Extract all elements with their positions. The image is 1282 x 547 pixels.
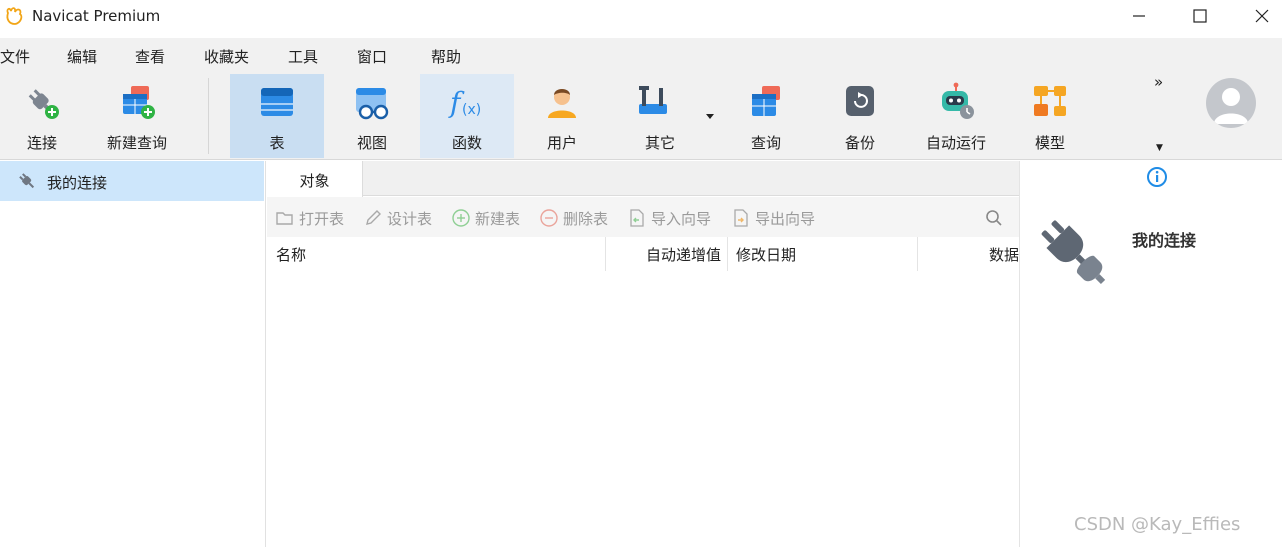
close-icon — [1255, 9, 1269, 23]
backup-button[interactable]: 备份 — [814, 74, 906, 158]
toolbar-customize-caret[interactable]: ▼ — [1156, 143, 1163, 153]
connection-plug-icon — [1041, 220, 1106, 285]
function-button[interactable]: f (x) 函数 — [420, 74, 514, 158]
function-label: 函数 — [451, 134, 482, 152]
column-divider[interactable] — [605, 237, 606, 271]
query-icon — [752, 86, 780, 116]
minimize-button[interactable] — [1116, 2, 1162, 30]
svg-text:(x): (x) — [462, 102, 481, 118]
view-label: 视图 — [356, 134, 387, 152]
tree-item-label: 我的连接 — [47, 174, 108, 192]
user-icon — [548, 89, 576, 118]
new-query-icon — [123, 86, 155, 119]
view-button[interactable]: 视图 — [326, 74, 418, 158]
model-icon — [1034, 86, 1066, 116]
automation-label: 自动运行 — [925, 134, 986, 152]
plug-add-icon — [28, 89, 59, 119]
export-wizard-label: 导出向导 — [755, 210, 816, 228]
query-label: 查询 — [750, 134, 781, 152]
close-button[interactable] — [1239, 2, 1282, 30]
menu-tools[interactable]: 工具 — [288, 46, 318, 67]
new-query-button[interactable]: 新建查询 — [92, 74, 182, 158]
tab-strip: 对象 — [267, 161, 1019, 197]
open-table-label: 打开表 — [299, 210, 345, 228]
query-button[interactable]: 查询 — [720, 74, 812, 158]
toolbar-overflow-button[interactable]: » — [1154, 73, 1163, 91]
connection-tree: 我的连接 — [0, 161, 266, 547]
info-connection-name: 我的连接 — [1132, 231, 1197, 250]
import-wizard-button[interactable]: 导入向导 — [627, 208, 711, 228]
menu-file[interactable]: 文件 — [0, 46, 30, 67]
tab-objects[interactable]: 对象 — [267, 161, 363, 197]
maximize-button[interactable] — [1177, 2, 1223, 30]
import-icon — [630, 209, 644, 227]
export-icon — [734, 209, 748, 227]
view-icon — [356, 88, 389, 120]
backup-label: 备份 — [844, 134, 875, 152]
table-button[interactable]: 表 — [230, 74, 324, 158]
remove-circle-icon — [540, 209, 558, 227]
other-label: 其它 — [644, 134, 675, 152]
delete-table-label: 删除表 — [563, 210, 609, 228]
maximize-icon — [1193, 9, 1207, 23]
chevron-down-icon[interactable] — [706, 114, 714, 120]
plug-icon — [19, 173, 35, 189]
robot-icon — [942, 82, 974, 119]
column-header-data[interactable]: 数据 — [919, 237, 1019, 271]
navicat-logo-icon — [6, 7, 23, 25]
model-label: 模型 — [1034, 134, 1065, 152]
window-title: Navicat Premium — [32, 7, 161, 25]
design-table-button[interactable]: 设计表 — [363, 208, 432, 228]
delete-table-button[interactable]: 删除表 — [539, 208, 608, 228]
objects-grid-header: 名称 自动递增值 修改日期 数据 — [267, 237, 1019, 271]
user-label: 用户 — [546, 134, 577, 152]
minimize-icon — [1133, 15, 1145, 17]
info-pane: 我的连接 — [1019, 161, 1282, 547]
pencil-icon — [366, 210, 381, 225]
toolbar-separator — [208, 78, 209, 154]
model-button[interactable]: 模型 — [1004, 74, 1096, 158]
table-icon — [261, 88, 293, 116]
backup-icon — [846, 86, 874, 116]
column-header-modified-date[interactable]: 修改日期 — [736, 237, 916, 271]
menu-view[interactable]: 查看 — [135, 46, 165, 67]
tools-icon — [638, 86, 667, 114]
automation-button[interactable]: 自动运行 — [908, 74, 1004, 158]
import-wizard-label: 导入向导 — [651, 210, 712, 228]
menu-bar: 文件 编辑 查看 收藏夹 工具 窗口 帮助 — [0, 38, 1282, 72]
search-icon[interactable] — [985, 209, 1003, 227]
table-label: 表 — [269, 134, 285, 152]
menu-window[interactable]: 窗口 — [357, 46, 387, 67]
other-button[interactable]: 其它 — [614, 74, 716, 158]
watermark-text: CSDN @Kay_Effies — [1074, 514, 1241, 535]
objects-pane: 对象 打开表 设计表 新建表 删除表 导入向导 导出向导 名称 自动递增值 修改… — [267, 161, 1019, 547]
new-table-button[interactable]: 新建表 — [451, 208, 520, 228]
objects-toolbar: 打开表 设计表 新建表 删除表 导入向导 导出向导 — [267, 197, 1019, 237]
new-table-label: 新建表 — [475, 210, 521, 228]
column-header-name[interactable]: 名称 — [276, 237, 596, 271]
column-divider[interactable] — [727, 237, 728, 271]
open-table-button[interactable]: 打开表 — [275, 208, 344, 228]
info-icon[interactable] — [1146, 166, 1168, 188]
menu-help[interactable]: 帮助 — [431, 46, 461, 67]
column-divider[interactable] — [917, 237, 918, 271]
connect-button[interactable]: 连接 — [0, 74, 84, 158]
new-query-label: 新建查询 — [106, 134, 167, 152]
tree-item-my-connection[interactable]: 我的连接 — [0, 161, 264, 201]
function-icon: f (x) — [448, 86, 481, 119]
add-circle-icon — [452, 209, 470, 227]
menu-favorites[interactable]: 收藏夹 — [204, 46, 249, 67]
export-wizard-button[interactable]: 导出向导 — [731, 208, 815, 228]
menu-edit[interactable]: 编辑 — [67, 46, 97, 67]
design-table-label: 设计表 — [387, 210, 433, 228]
user-button[interactable]: 用户 — [516, 74, 608, 158]
user-avatar[interactable] — [1206, 78, 1256, 128]
connect-label: 连接 — [26, 134, 57, 152]
column-header-auto-increment[interactable]: 自动递增值 — [607, 237, 725, 271]
folder-open-icon — [276, 212, 293, 225]
main-toolbar: 连接 新建查询 表 视图 f (x) 函数 用户 其它 查询 备份 自动运行 模… — [0, 72, 1282, 160]
avatar-silhouette-icon — [1214, 88, 1248, 124]
title-bar: Navicat Premium — [0, 0, 1282, 34]
